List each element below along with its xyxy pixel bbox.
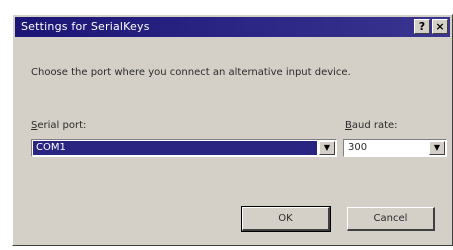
- serial-port-value: COM1: [33, 141, 317, 155]
- baud-rate-label-text: aud rate:: [351, 120, 398, 131]
- help-icon: ?: [418, 20, 426, 33]
- close-button[interactable]: ×: [432, 19, 448, 34]
- ok-button[interactable]: OK: [241, 206, 331, 232]
- baud-rate-value: 300: [345, 141, 427, 155]
- serial-port-select[interactable]: COM1 ▼: [31, 139, 337, 157]
- close-icon: ×: [435, 20, 445, 33]
- title-bar[interactable]: Settings for SerialKeys ? ×: [15, 17, 450, 37]
- help-button[interactable]: ?: [414, 19, 430, 34]
- serial-port-dropdown-button[interactable]: ▼: [319, 141, 335, 155]
- baud-rate-label-accelerator: B: [345, 120, 352, 131]
- serial-port-label-text: erial port:: [37, 120, 87, 131]
- serialkeys-settings-dialog: Settings for SerialKeys ? × Choose the p…: [12, 14, 453, 246]
- chevron-down-icon: ▼: [323, 143, 331, 152]
- baud-rate-select[interactable]: 300 ▼: [343, 139, 447, 157]
- window-title: Settings for SerialKeys: [21, 20, 150, 33]
- cancel-button[interactable]: Cancel: [347, 207, 435, 231]
- chevron-down-icon: ▼: [433, 143, 441, 152]
- serial-port-label: Serial port:: [31, 120, 86, 131]
- baud-rate-dropdown-button[interactable]: ▼: [429, 141, 445, 155]
- description-text: Choose the port where you connect an alt…: [31, 67, 351, 78]
- baud-rate-label: Baud rate:: [345, 120, 398, 131]
